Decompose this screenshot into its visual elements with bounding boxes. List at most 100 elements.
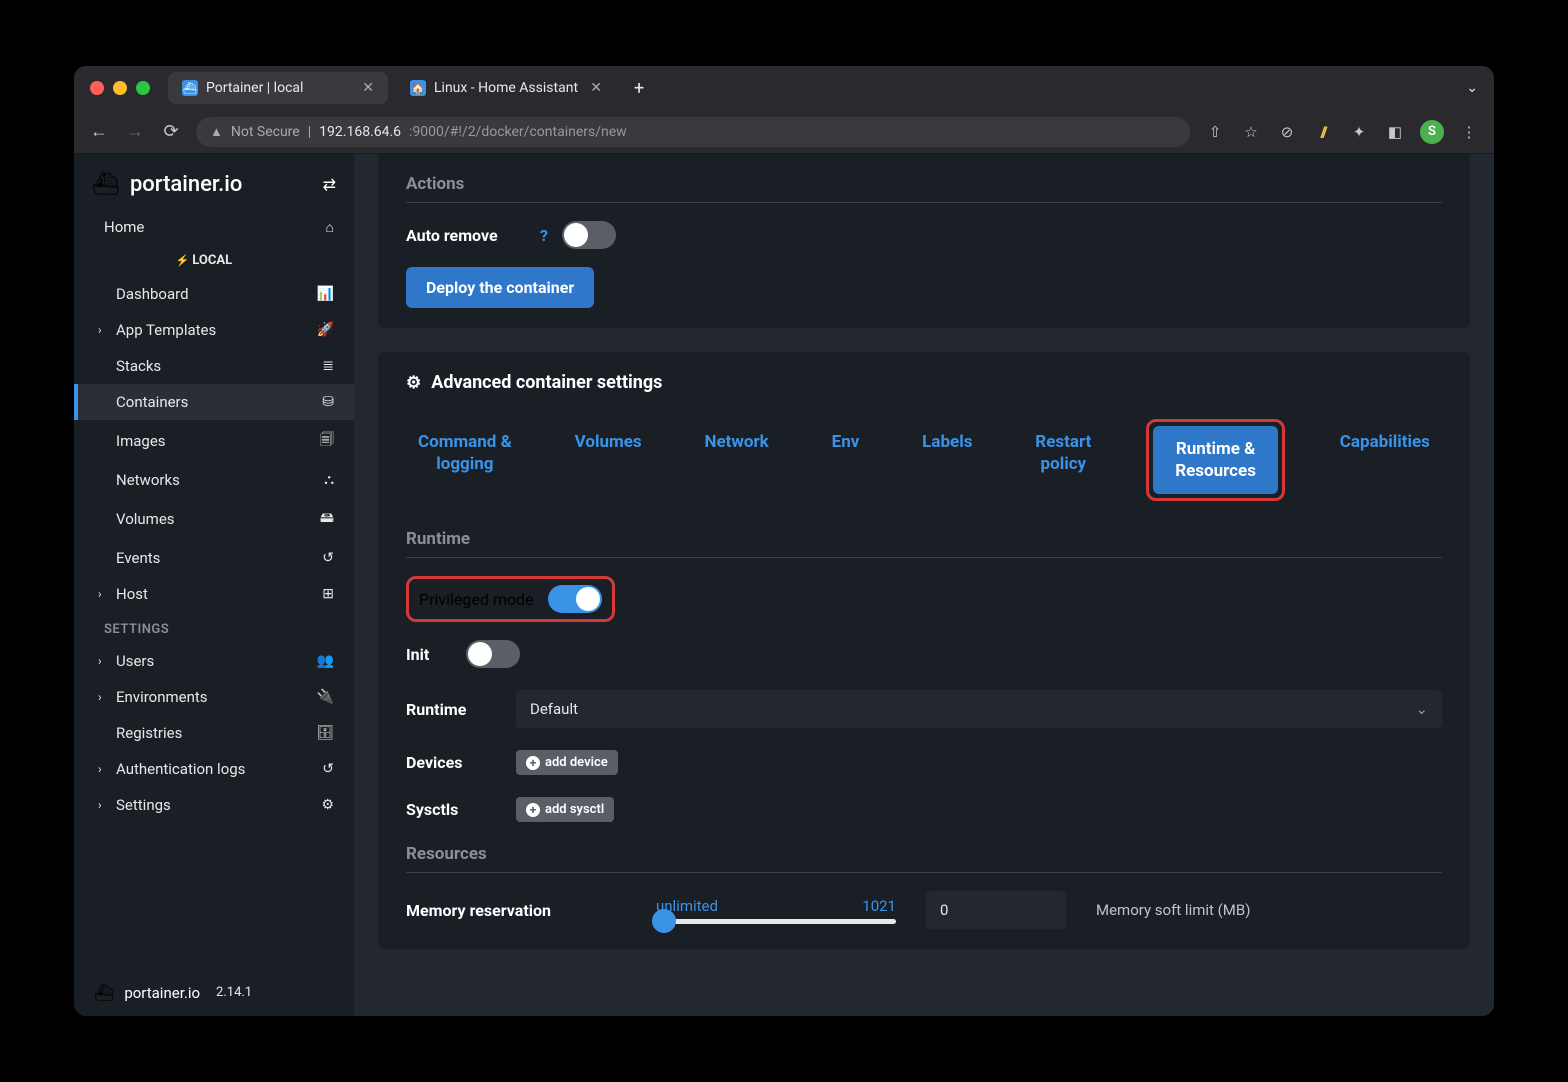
forward-button[interactable]: → <box>124 121 146 142</box>
sidebar-item-stacks[interactable]: Stacks≣ <box>74 348 354 384</box>
users-icon: 👥 <box>317 653 334 669</box>
sidebar-item-containers[interactable]: Containers⛁ <box>74 384 354 420</box>
browser-window: ⛴ Portainer | local ✕ 🏠 Linux - Home Ass… <box>74 66 1494 1016</box>
chevron-right-icon: › <box>98 798 116 812</box>
privileged-toggle[interactable] <box>548 585 602 613</box>
ha-favicon-icon: 🏠 <box>410 80 426 96</box>
close-tab-icon[interactable]: ✕ <box>362 80 374 96</box>
sidebar-item-images[interactable]: Images🗐 <box>74 420 354 462</box>
tab-homeassistant[interactable]: 🏠 Linux - Home Assistant ✕ <box>396 72 616 104</box>
add-device-button[interactable]: add device <box>516 750 618 775</box>
block-icon[interactable]: ⊘ <box>1276 123 1298 141</box>
chevron-right-icon: › <box>98 690 116 704</box>
containers-icon: ⛁ <box>322 394 334 410</box>
auto-remove-toggle[interactable] <box>562 221 616 249</box>
auto-remove-label: Auto remove <box>406 226 526 245</box>
init-toggle[interactable] <box>466 640 520 668</box>
privileged-label: Privileged mode <box>419 590 534 609</box>
new-tab-button[interactable]: + <box>624 78 654 99</box>
portainer-logo-icon: ⛴ <box>94 983 114 1002</box>
sysctls-label: Sysctls <box>406 800 496 819</box>
tab-restart-policy[interactable]: Restartpolicy <box>1027 419 1099 501</box>
runtime-select[interactable]: Default ⌄ <box>516 690 1442 728</box>
gear-icon: ⚙ <box>321 797 334 813</box>
sidebar-logo[interactable]: ⛴ portainer.io ⇄ <box>74 160 354 209</box>
urlbar: ← → ⟳ ▲ Not Secure | 192.168.64.6:9000/#… <box>74 110 1494 154</box>
tab-volumes[interactable]: Volumes <box>567 419 650 501</box>
mem-reservation-label: Memory reservation <box>406 901 626 920</box>
deploy-button[interactable]: Deploy the container <box>406 267 594 308</box>
sidebar-item-host[interactable]: ›Host⊞ <box>74 576 354 612</box>
share-icon[interactable]: ⇧ <box>1204 123 1226 141</box>
tab-env[interactable]: Env <box>824 419 868 501</box>
actions-title: Actions <box>406 174 1442 203</box>
devices-label: Devices <box>406 753 496 772</box>
highlight-runtime-tab: Runtime &Resources <box>1146 419 1285 501</box>
titlebar: ⛴ Portainer | local ✕ 🏠 Linux - Home Ass… <box>74 66 1494 110</box>
sidebar-item-networks[interactable]: Networks⛬ <box>74 462 354 498</box>
sidebar-item-environments[interactable]: ›Environments🔌 <box>74 679 354 715</box>
tab-capabilities[interactable]: Capabilities <box>1332 419 1438 501</box>
highlight-privileged: Privileged mode <box>406 576 615 622</box>
sidebar-item-app-templates[interactable]: ›App Templates🚀 <box>74 312 354 348</box>
portainer-favicon-icon: ⛴ <box>182 80 198 96</box>
minimize-window[interactable] <box>113 81 127 95</box>
reload-button[interactable]: ⟳ <box>160 121 182 142</box>
slider-thumb[interactable] <box>652 909 676 933</box>
brand-text: portainer.io <box>130 172 242 197</box>
url-path: :9000/#!/2/docker/containers/new <box>409 124 627 140</box>
sidebar-settings-header: SETTINGS <box>74 612 354 643</box>
images-icon: 🗐 <box>320 429 334 453</box>
maximize-window[interactable] <box>136 81 150 95</box>
extension-icon[interactable]: // <box>1312 123 1334 141</box>
runtime-label: Runtime <box>406 700 496 719</box>
url-field[interactable]: ▲ Not Secure | 192.168.64.6:9000/#!/2/do… <box>196 117 1190 147</box>
sidebar: ⛴ portainer.io ⇄ Home⌂ LOCAL Dashboard📊 … <box>74 154 354 1016</box>
close-tab-icon[interactable]: ✕ <box>590 80 602 96</box>
advanced-panel: Advanced container settings Command &log… <box>378 352 1470 949</box>
sidebar-item-home[interactable]: Home⌂ <box>74 209 354 245</box>
tab-network[interactable]: Network <box>696 419 776 501</box>
bookmark-icon[interactable]: ☆ <box>1240 123 1262 141</box>
tab-labels[interactable]: Labels <box>914 419 980 501</box>
profile-avatar[interactable]: S <box>1420 120 1444 144</box>
host-icon: ⊞ <box>322 586 334 602</box>
tab-command-logging[interactable]: Command &logging <box>410 419 520 501</box>
mem-desc: Memory soft limit (MB) <box>1096 901 1250 919</box>
resources-section-title: Resources <box>406 844 1442 873</box>
sidebar-item-events[interactable]: Events↺ <box>74 540 354 576</box>
tab-runtime-resources[interactable]: Runtime &Resources <box>1153 426 1278 494</box>
sidebar-local-header: LOCAL <box>74 245 354 276</box>
sidebar-item-registries[interactable]: Registries🗄 <box>74 715 354 751</box>
mem-value-input[interactable] <box>926 891 1066 929</box>
footer-version: 2.14.1 <box>216 985 252 1000</box>
help-icon[interactable]: ? <box>540 226 548 245</box>
sidebar-item-volumes[interactable]: Volumes🖴 <box>74 498 354 540</box>
tab-portainer[interactable]: ⛴ Portainer | local ✕ <box>168 72 388 104</box>
sidebar-item-settings[interactable]: ›Settings⚙ <box>74 787 354 823</box>
menu-icon[interactable]: ⋮ <box>1458 123 1480 141</box>
history-icon: ↺ <box>322 761 334 777</box>
tab-title: Linux - Home Assistant <box>434 80 578 96</box>
stacks-icon: ≣ <box>322 358 334 374</box>
plug-icon: 🔌 <box>317 689 334 705</box>
runtime-value: Default <box>530 700 578 718</box>
add-sysctl-button[interactable]: add sysctl <box>516 797 614 822</box>
sidebar-item-users[interactable]: ›Users👥 <box>74 643 354 679</box>
sidebar-item-dashboard[interactable]: Dashboard📊 <box>74 276 354 312</box>
extensions-icon[interactable]: ✦ <box>1348 123 1370 141</box>
chevron-right-icon: › <box>98 654 116 668</box>
tabs-overflow-icon[interactable]: ⌄ <box>1466 80 1478 96</box>
chevron-down-icon: ⌄ <box>1415 700 1428 718</box>
runtime-section-title: Runtime <box>406 529 1442 558</box>
volumes-icon: 🖴 <box>320 507 334 531</box>
swap-icon[interactable]: ⇄ <box>323 175 336 194</box>
dashboard-icon: 📊 <box>317 286 334 302</box>
sidebar-item-authlogs[interactable]: ›Authentication logs↺ <box>74 751 354 787</box>
mem-slider[interactable]: unlimited 1021 <box>656 897 896 924</box>
security-warning-icon: ▲ <box>210 124 223 140</box>
back-button[interactable]: ← <box>88 121 110 142</box>
panel-icon[interactable]: ◧ <box>1384 123 1406 141</box>
db-icon: 🗄 <box>316 725 334 741</box>
close-window[interactable] <box>90 81 104 95</box>
